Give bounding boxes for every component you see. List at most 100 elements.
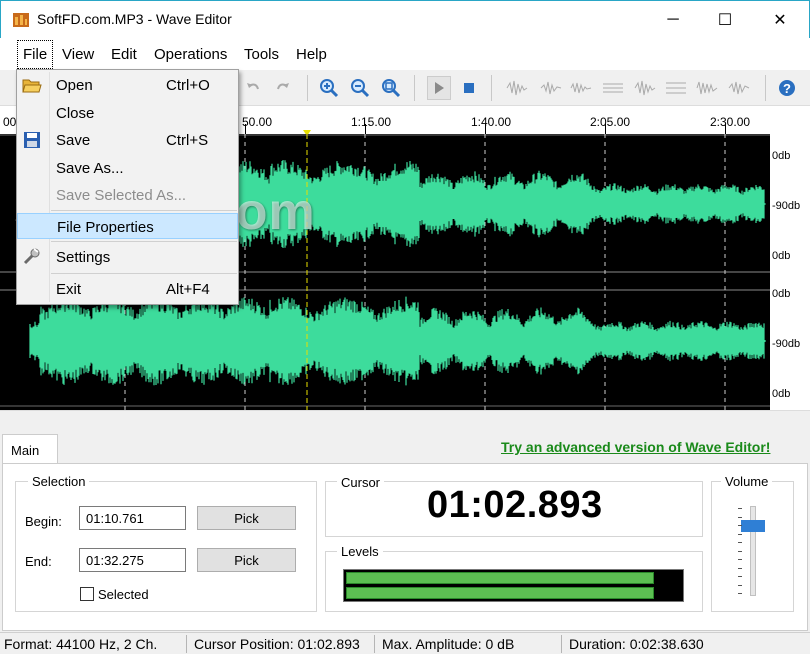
stop-icon <box>464 83 474 93</box>
folder-open-icon <box>22 79 42 93</box>
end-input[interactable]: 01:32.275 <box>79 548 186 572</box>
menu-separator <box>51 210 237 211</box>
db-label: 0db <box>772 250 791 262</box>
volume-slider-thumb[interactable] <box>741 520 765 532</box>
volume-tick <box>738 516 742 518</box>
redo-button[interactable] <box>271 76 295 100</box>
level-bar-right <box>346 587 654 599</box>
status-cursor-position: Cursor Position: 01:02.893 <box>194 636 360 652</box>
db-scale: 0db -90db 0db 0db -90db 0db <box>770 134 810 410</box>
status-format: Format: 44100 Hz, 2 Ch. <box>4 636 158 652</box>
app-icon <box>13 13 29 27</box>
volume-tick <box>738 567 742 569</box>
selected-checkbox[interactable] <box>80 587 94 601</box>
zoom-in-icon <box>320 79 339 98</box>
zoom-in-button[interactable] <box>317 76 341 100</box>
effect-button-3[interactable] <box>569 76 593 100</box>
begin-input[interactable]: 01:10.761 <box>79 506 186 530</box>
menu-help[interactable]: Help <box>296 46 327 63</box>
zoom-fit-icon <box>382 79 401 98</box>
end-pick-button[interactable]: Pick <box>197 548 296 572</box>
volume-tick <box>738 542 742 543</box>
undo-button[interactable] <box>241 76 265 100</box>
menu-item-close[interactable]: Close <box>17 100 238 126</box>
effect-button-1[interactable] <box>505 76 529 100</box>
menu-item-label: Save Selected As... <box>56 187 187 204</box>
menu-item-label: Save <box>56 132 91 149</box>
menu-item-label: Save As... <box>56 160 124 177</box>
horizontal-scrollbar[interactable] <box>0 410 810 434</box>
volume-tick <box>738 593 742 594</box>
waveform-effect-icon <box>696 81 718 95</box>
effect-button-5[interactable] <box>633 76 657 100</box>
tab-main[interactable]: Main <box>2 434 58 464</box>
waveform-effect-icon <box>570 82 592 94</box>
menu-edit[interactable]: Edit <box>111 46 137 63</box>
begin-label: Begin: <box>25 514 62 529</box>
menu-item-settings[interactable]: Settings <box>17 244 238 270</box>
zoom-fit-button[interactable] <box>379 76 403 100</box>
volume-tick <box>738 559 742 560</box>
timeline-tick-label: 50.00 <box>242 115 273 129</box>
menu-file[interactable]: File <box>17 40 54 69</box>
toolbar-separator <box>491 75 492 101</box>
maximize-button[interactable]: ☐ <box>702 1 748 38</box>
volume-tick <box>738 533 742 535</box>
db-label: -90db <box>772 338 801 350</box>
menu-item-label: Exit <box>56 281 82 298</box>
db-label: 0db <box>772 150 791 162</box>
status-max-amplitude: Max. Amplitude: 0 dB <box>382 636 515 652</box>
stop-button[interactable] <box>457 76 481 100</box>
db-label: 0db <box>772 388 791 400</box>
menu-item-shortcut: Alt+F4 <box>166 281 210 298</box>
selection-group-title: Selection <box>28 474 90 489</box>
waveform-effect-icon <box>603 83 623 93</box>
menu-view[interactable]: View <box>62 46 94 63</box>
timeline-tick <box>365 124 366 134</box>
levels-meter <box>343 569 684 602</box>
window-title: SoftFD.com.MP3 - Wave Editor <box>37 11 232 27</box>
minimize-button[interactable]: ─ <box>650 1 696 38</box>
close-button[interactable]: ✕ <box>757 1 803 38</box>
menu-tools[interactable]: Tools <box>244 46 279 63</box>
db-label: -90db <box>772 200 801 212</box>
toolbar-separator <box>307 75 308 101</box>
effect-button-2[interactable] <box>539 76 563 100</box>
menu-separator <box>51 241 237 242</box>
menu-item-shortcut: Ctrl+O <box>166 77 210 94</box>
menu-item-save-as[interactable]: Save As... <box>17 155 238 181</box>
status-separator <box>186 635 187 653</box>
effect-button-4[interactable] <box>601 76 625 100</box>
zoom-out-button[interactable] <box>348 76 372 100</box>
menu-item-save-selected-as: Save Selected As... <box>17 182 238 208</box>
redo-icon <box>277 83 289 90</box>
menu-item-save[interactable]: Save Ctrl+S <box>17 127 238 153</box>
selection-group <box>15 481 317 612</box>
effect-button-7[interactable] <box>695 76 719 100</box>
floppy-disk-icon <box>24 132 40 148</box>
waveform-right-channel <box>29 296 766 386</box>
menu-item-label: File Properties <box>57 219 154 236</box>
timeline-tick-label: 2:30.00 <box>710 115 751 129</box>
volume-tick <box>738 550 742 552</box>
menu-item-open[interactable]: Open Ctrl+O <box>17 72 238 98</box>
end-label: End: <box>25 554 52 569</box>
menu-item-label: Open <box>56 77 93 94</box>
menu-operations[interactable]: Operations <box>154 46 227 63</box>
begin-pick-button[interactable]: Pick <box>197 506 296 530</box>
waveform-effect-icon <box>666 82 686 94</box>
status-separator <box>561 635 562 653</box>
effect-button-8[interactable] <box>727 76 751 100</box>
timeline-tick-label: 2:05.00 <box>590 115 631 129</box>
effect-button-6[interactable] <box>664 76 688 100</box>
help-button[interactable]: ? <box>775 76 799 100</box>
menu-item-exit[interactable]: Exit Alt+F4 <box>17 276 238 302</box>
waveform-effect-icon <box>728 81 750 95</box>
advanced-version-link[interactable]: Try an advanced version of Wave Editor! <box>501 439 770 455</box>
volume-tick <box>738 576 742 577</box>
play-icon <box>435 82 444 94</box>
waveform-effect-icon <box>540 81 562 95</box>
play-button[interactable] <box>427 76 451 100</box>
timeline-tick <box>245 124 246 134</box>
menu-item-file-properties[interactable]: File Properties <box>17 213 238 239</box>
